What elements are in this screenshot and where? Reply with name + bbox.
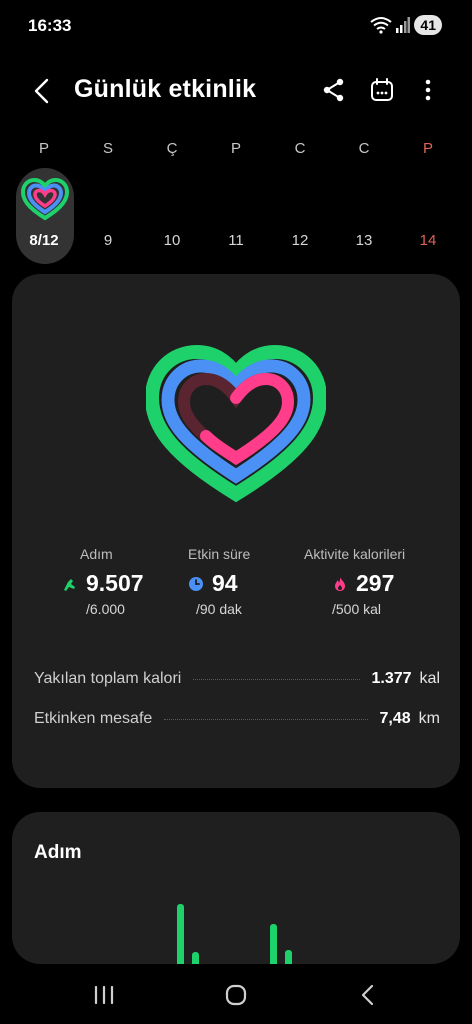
day-number: 8/12 [29,232,59,249]
daily-activity-card[interactable]: Adım 9.507 /6.000 Etkin süre 94 /90 dak … [12,274,460,788]
wifi-icon [370,17,393,34]
total-calories-value: 1.377 [371,670,412,687]
steps-bar-chart [177,904,292,964]
activity-metrics: Adım 9.507 /6.000 Etkin süre 94 /90 dak … [12,546,460,626]
mini-activity-rings-icon [21,178,69,221]
day-name: P [230,140,241,157]
active-distance-label: Etkinken mesafe [34,710,153,727]
activity-calories-metric: Aktivite kalorileri 297 /500 kal [304,546,454,617]
day-item[interactable]: S 9 [76,140,140,264]
total-calories-unit: kal [419,670,440,687]
activity-calories-goal: /500 kal [332,601,382,617]
active-time-value: 94 [212,570,238,596]
day-name: P [422,140,433,157]
activity-calories-value: 297 [356,570,395,596]
shoe-icon [64,578,75,591]
signal-icon [396,17,411,33]
nav-back-icon[interactable] [354,982,382,1008]
steps-bar [192,952,199,964]
calendar-icon[interactable] [368,76,396,104]
week-strip: P 8/12 S 9 Ç 10 P 11 C 12 C 13 P 14 [12,140,460,270]
steps-card[interactable]: Adım [12,812,460,964]
day-number: 10 [163,232,181,249]
day-item[interactable]: C 13 [332,140,396,264]
day-name: Ç [166,140,178,157]
day-number: 12 [291,232,309,249]
active-distance-row: Etkinken mesafe 7,48 km [34,706,440,732]
back-icon[interactable] [28,76,58,106]
day-number: 11 [228,232,244,249]
steps-bar [285,950,292,964]
total-calories-label: Yakılan toplam kalori [34,670,182,687]
system-nav-bar [0,964,472,1024]
steps-bar [177,904,184,964]
active-distance-value: 7,48 [379,710,411,727]
activity-rings-heart [146,344,326,503]
day-number: 13 [355,232,373,249]
screen: 16:33 41 Günlük etkinlik P 8/12 S 9 Ç 10… [0,0,472,1024]
more-vert-icon[interactable] [414,76,442,104]
flame-icon [335,576,345,591]
active-distance-unit: km [418,710,440,727]
day-name: C [358,140,370,157]
clock-icon [189,576,203,591]
total-calories-row: Yakılan toplam kalori 1.377 kal [34,666,440,692]
day-item[interactable]: C 12 [268,140,332,264]
day-number: 9 [103,232,113,249]
day-item[interactable]: P 14 [396,140,460,264]
status-time: 16:33 [28,16,72,35]
activity-calories-label: Aktivite kalorileri [304,546,406,562]
battery-indicator: 41 [414,15,442,35]
day-item[interactable]: P 8/12 [12,140,76,264]
day-name: P [38,140,49,157]
steps-value: 9.507 [86,570,144,596]
status-icons: 41 [370,14,442,36]
recent-apps-icon[interactable] [90,982,118,1008]
steps-bar [270,924,277,964]
day-item[interactable]: Ç 10 [140,140,204,264]
page-title: Günlük etkinlik [74,75,257,103]
day-number: 14 [419,232,437,249]
status-bar: 16:33 41 [0,0,472,50]
dotted-leader [193,678,360,680]
day-name: C [294,140,306,157]
dotted-leader [164,718,368,720]
day-name: S [102,140,113,157]
home-icon[interactable] [222,982,250,1008]
share-icon[interactable] [320,76,348,104]
app-bar: Günlük etkinlik [0,62,472,118]
day-item[interactable]: P 11 [204,140,268,264]
